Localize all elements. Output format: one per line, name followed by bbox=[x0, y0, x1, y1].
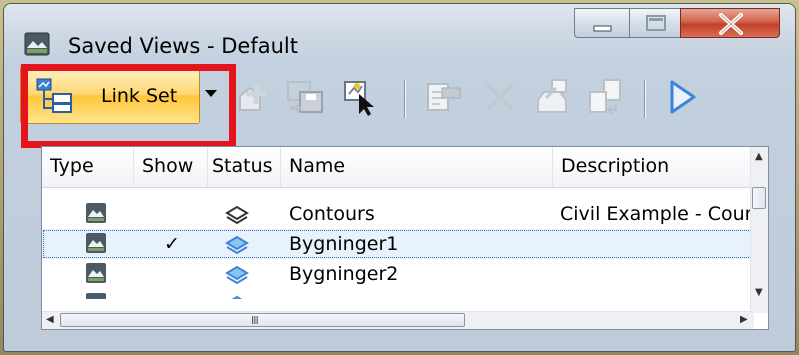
vertical-scroll-thumb[interactable] bbox=[752, 187, 766, 209]
show-check[interactable] bbox=[152, 199, 192, 229]
column-header-type[interactable]: Type bbox=[42, 147, 134, 187]
link-set-button[interactable]: Link Set bbox=[20, 66, 200, 124]
status-layer-icon bbox=[225, 265, 249, 285]
horizontal-scrollbar[interactable]: ◀ III ▶ bbox=[42, 311, 754, 329]
select-view-icon[interactable] bbox=[339, 76, 381, 118]
status-layer-icon bbox=[231, 295, 243, 299]
view-name: Bygninger1 bbox=[289, 233, 399, 255]
toolbar-separator bbox=[644, 80, 645, 118]
link-set-label: Link Set bbox=[101, 85, 178, 107]
window-title: Saved Views - Default bbox=[68, 34, 298, 58]
view-name: Bygninger2 bbox=[289, 263, 399, 285]
view-description: Civil Example - Coun bbox=[560, 203, 752, 225]
maximize-icon bbox=[646, 15, 666, 31]
saved-views-list[interactable]: Type Show Status Name Description Contou… bbox=[41, 146, 769, 330]
table-row[interactable]: ✓ Bygninger1 bbox=[42, 229, 754, 259]
table-row[interactable]: Contours Civil Example - Coun bbox=[42, 199, 754, 229]
view-description bbox=[560, 259, 752, 289]
column-header-status[interactable]: Status bbox=[208, 147, 281, 187]
scroll-grip: III bbox=[251, 314, 259, 327]
status-layer-icon bbox=[225, 235, 249, 255]
scroll-left-icon[interactable]: ◀ bbox=[46, 314, 54, 325]
view-type-icon bbox=[86, 203, 106, 223]
column-header-description[interactable]: Description bbox=[553, 147, 754, 187]
list-header: Type Show Status Name Description bbox=[42, 147, 754, 188]
close-button[interactable] bbox=[680, 8, 780, 38]
delete-icon[interactable] bbox=[479, 76, 521, 118]
maximize-button[interactable] bbox=[629, 8, 681, 38]
dropdown-arrow-icon[interactable] bbox=[202, 84, 220, 102]
saved-views-window: Saved Views - Default Link Set Type Show… bbox=[3, 3, 796, 352]
status-layer-icon bbox=[225, 205, 249, 225]
save-view-icon[interactable] bbox=[284, 76, 326, 118]
toolbar-separator bbox=[404, 80, 405, 118]
export-icon[interactable] bbox=[534, 76, 576, 118]
show-check[interactable]: ✓ bbox=[152, 229, 192, 259]
scroll-right-icon[interactable]: ▶ bbox=[740, 314, 748, 325]
view-type-icon bbox=[86, 233, 106, 253]
column-header-name[interactable]: Name bbox=[281, 147, 553, 187]
apply-icon[interactable] bbox=[664, 76, 706, 118]
show-check[interactable] bbox=[152, 259, 192, 289]
table-row[interactable]: Bygninger2 bbox=[42, 259, 754, 289]
insert-view-icon[interactable] bbox=[234, 76, 276, 118]
link-set-icon bbox=[36, 78, 72, 113]
view-type-icon bbox=[86, 293, 106, 299]
close-icon bbox=[719, 13, 743, 35]
properties-icon[interactable] bbox=[424, 76, 466, 118]
scroll-up-icon[interactable]: ▲ bbox=[755, 151, 763, 162]
column-header-show[interactable]: Show bbox=[134, 147, 208, 187]
view-type-icon bbox=[86, 263, 106, 283]
scroll-down-icon[interactable]: ▼ bbox=[755, 287, 763, 298]
vertical-scrollbar[interactable]: ▲ ▼ bbox=[750, 147, 768, 313]
view-description bbox=[560, 229, 752, 259]
saved-views-app-icon bbox=[24, 32, 50, 56]
horizontal-scroll-thumb[interactable]: III bbox=[60, 313, 465, 327]
view-name: Contours bbox=[289, 203, 375, 225]
minimize-button[interactable] bbox=[574, 8, 630, 38]
import-icon[interactable] bbox=[586, 76, 628, 118]
minimize-icon bbox=[593, 25, 612, 32]
table-row[interactable] bbox=[42, 289, 754, 299]
